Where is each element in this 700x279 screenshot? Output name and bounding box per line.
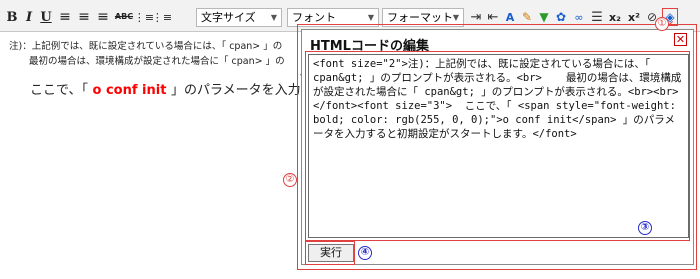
- main-keyword: o conf init: [87, 83, 171, 98]
- format-value: フォーマット: [387, 11, 453, 24]
- annotation-run-frame: [305, 241, 355, 265]
- align-right-icon[interactable]: ≡: [95, 8, 111, 26]
- main-prefix: ここで、「: [30, 83, 88, 98]
- annotation-marker-1: ①: [655, 17, 669, 31]
- chevron-down-icon: ▼: [270, 13, 278, 22]
- numbered-list-icon[interactable]: ⋮≡: [152, 8, 172, 26]
- align-center-icon[interactable]: ≡: [76, 8, 92, 26]
- bullet-list-icon[interactable]: ⋮≡: [134, 8, 154, 26]
- main-suffix: 」のパラメータを入力: [170, 83, 300, 98]
- align-left-icon[interactable]: ≡: [57, 8, 73, 26]
- font-family-value: フォント: [292, 11, 336, 24]
- bold-button[interactable]: B: [4, 8, 20, 26]
- note-line-2: 最初の場合は、環境構成が設定された場合に「 cpan> 」の: [29, 56, 285, 67]
- font-size-select[interactable]: 文字サイズ ▼: [196, 8, 282, 27]
- annotation-marker-4: ④: [358, 246, 372, 260]
- underline-button[interactable]: U: [38, 8, 54, 26]
- annotation-textarea-frame: [305, 51, 690, 241]
- font-size-value: 文字サイズ: [201, 11, 256, 24]
- annotation-marker-3: ③: [638, 221, 652, 235]
- note-line-1: 注)：上記例では、既に設定されている場合には、「 cpan> 」の: [9, 41, 283, 52]
- italic-button[interactable]: I: [22, 8, 36, 26]
- main-paragraph: ここで、「 o conf init 」のパラメータを入力: [30, 79, 300, 98]
- strikethrough-button[interactable]: ABC: [114, 8, 134, 26]
- annotation-marker-2: ②: [283, 173, 297, 187]
- note-text: 注)：上記例では、既に設定されている場合には、「 cpan> 」の 最初の場合は…: [9, 39, 299, 69]
